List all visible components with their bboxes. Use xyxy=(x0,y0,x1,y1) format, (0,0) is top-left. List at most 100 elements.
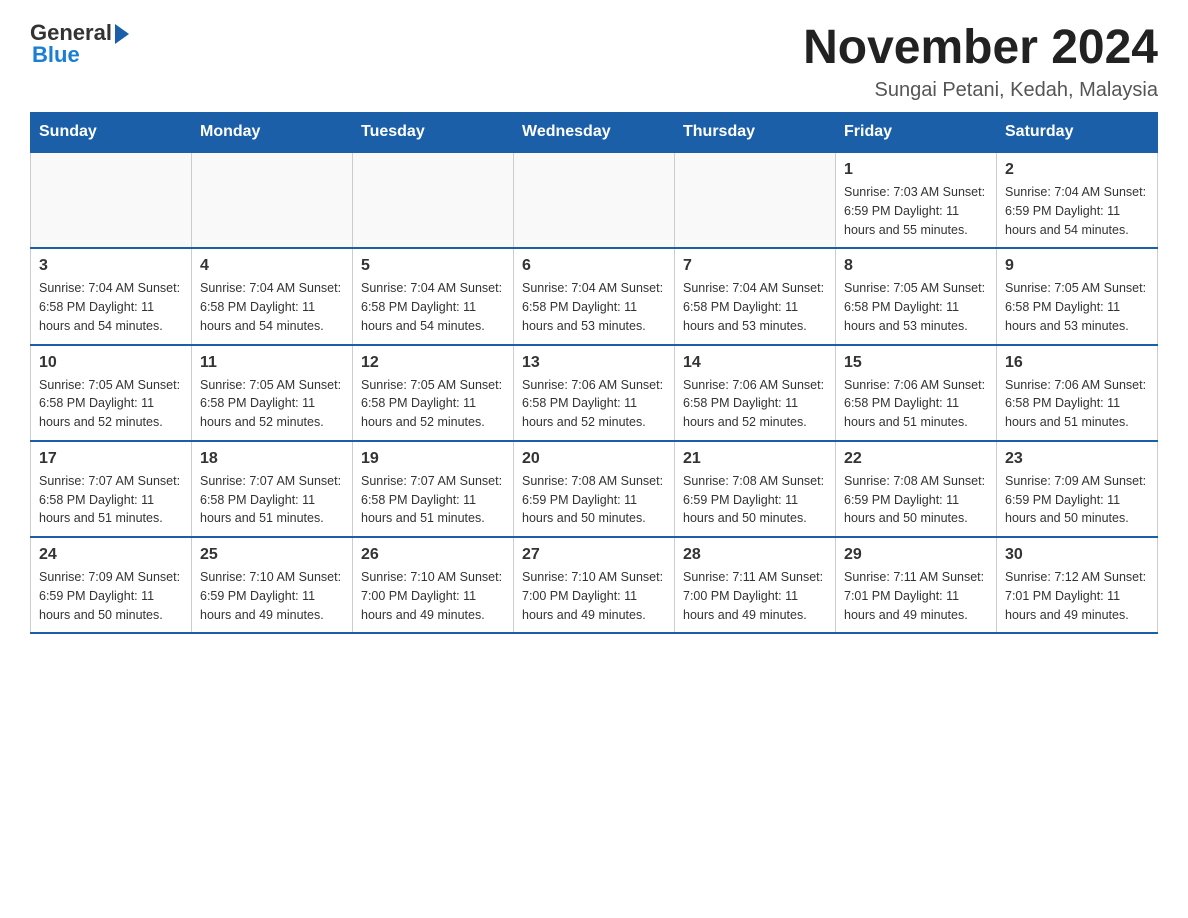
logo: General Blue xyxy=(30,20,129,68)
title-section: November 2024 Sungai Petani, Kedah, Mala… xyxy=(803,20,1158,102)
calendar-cell: 14 Sunrise: 7:06 AM Sunset: 6:58 PM Dayli… xyxy=(675,345,836,441)
calendar-cell: 4 Sunrise: 7:04 AM Sunset: 6:58 PM Daylig… xyxy=(192,248,353,344)
day-number: 1 xyxy=(844,161,988,179)
day-number: 22 xyxy=(844,450,988,468)
day-info: Sunrise: 7:08 AM Sunset: 6:59 PM Dayligh… xyxy=(522,472,666,528)
day-info: Sunrise: 7:04 AM Sunset: 6:58 PM Dayligh… xyxy=(361,279,505,335)
day-info: Sunrise: 7:05 AM Sunset: 6:58 PM Dayligh… xyxy=(39,376,183,432)
calendar-cell xyxy=(353,152,514,248)
day-info: Sunrise: 7:04 AM Sunset: 6:58 PM Dayligh… xyxy=(683,279,827,335)
day-number: 15 xyxy=(844,354,988,372)
day-number: 26 xyxy=(361,546,505,564)
calendar-cell: 7Sunrise: 7:04 AM Sunset: 6:58 PM Daylig… xyxy=(675,248,836,344)
calendar-week-row: 10 Sunrise: 7:05 AM Sunset: 6:58 PM Dayli… xyxy=(31,345,1158,441)
day-number: 28 xyxy=(683,546,827,564)
day-number: 21 xyxy=(683,450,827,468)
calendar-week-row: 24 Sunrise: 7:09 AM Sunset: 6:59 PM Dayli… xyxy=(31,537,1158,633)
calendar-cell: 2 Sunrise: 7:04 AM Sunset: 6:59 PM Daylig… xyxy=(997,152,1158,248)
calendar-cell: 27 Sunrise: 7:10 AM Sunset: 7:00 PM Dayli… xyxy=(514,537,675,633)
calendar-cell: 5Sunrise: 7:04 AM Sunset: 6:58 PM Daylig… xyxy=(353,248,514,344)
day-number: 16 xyxy=(1005,354,1149,372)
calendar-cell xyxy=(675,152,836,248)
day-info: Sunrise: 7:09 AM Sunset: 6:59 PM Dayligh… xyxy=(1005,472,1149,528)
day-info: Sunrise: 7:10 AM Sunset: 6:59 PM Dayligh… xyxy=(200,568,344,624)
day-info: Sunrise: 7:07 AM Sunset: 6:58 PM Dayligh… xyxy=(361,472,505,528)
day-number: 6 xyxy=(522,257,666,275)
calendar-cell: 18Sunrise: 7:07 AM Sunset: 6:58 PM Dayli… xyxy=(192,441,353,537)
weekday-header-tuesday: Tuesday xyxy=(353,113,514,153)
day-number: 30 xyxy=(1005,546,1149,564)
day-info: Sunrise: 7:11 AM Sunset: 7:01 PM Dayligh… xyxy=(844,568,988,624)
day-number: 14 xyxy=(683,354,827,372)
day-number: 29 xyxy=(844,546,988,564)
day-number: 27 xyxy=(522,546,666,564)
day-info: Sunrise: 7:08 AM Sunset: 6:59 PM Dayligh… xyxy=(844,472,988,528)
calendar-cell: 26Sunrise: 7:10 AM Sunset: 7:00 PM Dayli… xyxy=(353,537,514,633)
day-number: 25 xyxy=(200,546,344,564)
calendar-cell: 30 Sunrise: 7:12 AM Sunset: 7:01 PM Dayli… xyxy=(997,537,1158,633)
day-info: Sunrise: 7:10 AM Sunset: 7:00 PM Dayligh… xyxy=(522,568,666,624)
calendar-cell: 13 Sunrise: 7:06 AM Sunset: 6:58 PM Dayli… xyxy=(514,345,675,441)
calendar-cell: 28Sunrise: 7:11 AM Sunset: 7:00 PM Dayli… xyxy=(675,537,836,633)
day-number: 19 xyxy=(361,450,505,468)
calendar-week-row: 17Sunrise: 7:07 AM Sunset: 6:58 PM Dayli… xyxy=(31,441,1158,537)
calendar-cell xyxy=(31,152,192,248)
day-info: Sunrise: 7:06 AM Sunset: 6:58 PM Dayligh… xyxy=(683,376,827,432)
calendar-cell: 1 Sunrise: 7:03 AM Sunset: 6:59 PM Daylig… xyxy=(836,152,997,248)
day-info: Sunrise: 7:04 AM Sunset: 6:58 PM Dayligh… xyxy=(522,279,666,335)
day-number: 13 xyxy=(522,354,666,372)
day-info: Sunrise: 7:06 AM Sunset: 6:58 PM Dayligh… xyxy=(1005,376,1149,432)
calendar-cell: 15Sunrise: 7:06 AM Sunset: 6:58 PM Dayli… xyxy=(836,345,997,441)
day-info: Sunrise: 7:05 AM Sunset: 6:58 PM Dayligh… xyxy=(1005,279,1149,335)
calendar-cell: 3Sunrise: 7:04 AM Sunset: 6:58 PM Daylig… xyxy=(31,248,192,344)
day-number: 4 xyxy=(200,257,344,275)
weekday-header-friday: Friday xyxy=(836,113,997,153)
calendar-cell: 16 Sunrise: 7:06 AM Sunset: 6:58 PM Dayli… xyxy=(997,345,1158,441)
day-info: Sunrise: 7:07 AM Sunset: 6:58 PM Dayligh… xyxy=(39,472,183,528)
day-number: 10 xyxy=(39,354,183,372)
day-info: Sunrise: 7:06 AM Sunset: 6:58 PM Dayligh… xyxy=(522,376,666,432)
calendar-cell: 21Sunrise: 7:08 AM Sunset: 6:59 PM Dayli… xyxy=(675,441,836,537)
logo-blue-text: Blue xyxy=(32,42,80,68)
day-info: Sunrise: 7:05 AM Sunset: 6:58 PM Dayligh… xyxy=(844,279,988,335)
weekday-header-sunday: Sunday xyxy=(31,113,192,153)
day-info: Sunrise: 7:04 AM Sunset: 6:58 PM Dayligh… xyxy=(200,279,344,335)
calendar-cell: 23 Sunrise: 7:09 AM Sunset: 6:59 PM Dayli… xyxy=(997,441,1158,537)
calendar-cell: 8 Sunrise: 7:05 AM Sunset: 6:58 PM Daylig… xyxy=(836,248,997,344)
logo-arrow-icon xyxy=(115,24,129,44)
weekday-header-wednesday: Wednesday xyxy=(514,113,675,153)
calendar-cell xyxy=(514,152,675,248)
calendar-cell: 29 Sunrise: 7:11 AM Sunset: 7:01 PM Dayli… xyxy=(836,537,997,633)
day-number: 20 xyxy=(522,450,666,468)
day-number: 3 xyxy=(39,257,183,275)
calendar-cell: 6 Sunrise: 7:04 AM Sunset: 6:58 PM Daylig… xyxy=(514,248,675,344)
day-number: 8 xyxy=(844,257,988,275)
day-info: Sunrise: 7:05 AM Sunset: 6:58 PM Dayligh… xyxy=(361,376,505,432)
day-number: 2 xyxy=(1005,161,1149,179)
calendar-week-row: 1 Sunrise: 7:03 AM Sunset: 6:59 PM Daylig… xyxy=(31,152,1158,248)
day-number: 9 xyxy=(1005,257,1149,275)
calendar-cell: 19 Sunrise: 7:07 AM Sunset: 6:58 PM Dayli… xyxy=(353,441,514,537)
day-info: Sunrise: 7:03 AM Sunset: 6:59 PM Dayligh… xyxy=(844,183,988,239)
calendar-table: SundayMondayTuesdayWednesdayThursdayFrid… xyxy=(30,112,1158,634)
weekday-header-monday: Monday xyxy=(192,113,353,153)
location-subtitle: Sungai Petani, Kedah, Malaysia xyxy=(803,79,1158,102)
day-number: 18 xyxy=(200,450,344,468)
page-header: General Blue November 2024 Sungai Petani… xyxy=(30,20,1158,102)
calendar-cell: 25 Sunrise: 7:10 AM Sunset: 6:59 PM Dayli… xyxy=(192,537,353,633)
day-info: Sunrise: 7:04 AM Sunset: 6:59 PM Dayligh… xyxy=(1005,183,1149,239)
calendar-cell: 22 Sunrise: 7:08 AM Sunset: 6:59 PM Dayli… xyxy=(836,441,997,537)
day-info: Sunrise: 7:05 AM Sunset: 6:58 PM Dayligh… xyxy=(200,376,344,432)
day-number: 24 xyxy=(39,546,183,564)
calendar-cell: 10 Sunrise: 7:05 AM Sunset: 6:58 PM Dayli… xyxy=(31,345,192,441)
calendar-cell: 9 Sunrise: 7:05 AM Sunset: 6:58 PM Daylig… xyxy=(997,248,1158,344)
month-year-title: November 2024 xyxy=(803,20,1158,75)
calendar-cell: 11Sunrise: 7:05 AM Sunset: 6:58 PM Dayli… xyxy=(192,345,353,441)
day-info: Sunrise: 7:12 AM Sunset: 7:01 PM Dayligh… xyxy=(1005,568,1149,624)
weekday-header-row: SundayMondayTuesdayWednesdayThursdayFrid… xyxy=(31,113,1158,153)
day-number: 23 xyxy=(1005,450,1149,468)
calendar-cell: 20 Sunrise: 7:08 AM Sunset: 6:59 PM Dayli… xyxy=(514,441,675,537)
calendar-cell: 12Sunrise: 7:05 AM Sunset: 6:58 PM Dayli… xyxy=(353,345,514,441)
weekday-header-thursday: Thursday xyxy=(675,113,836,153)
day-info: Sunrise: 7:09 AM Sunset: 6:59 PM Dayligh… xyxy=(39,568,183,624)
